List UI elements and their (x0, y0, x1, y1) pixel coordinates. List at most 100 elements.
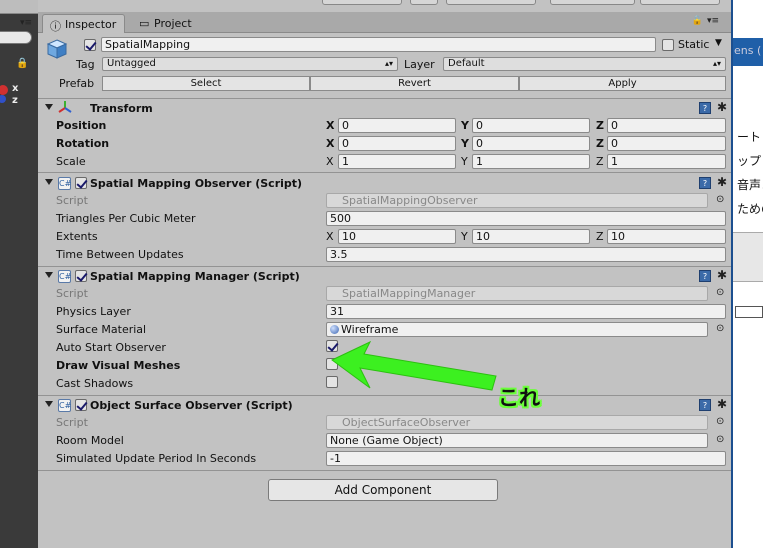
foldout-arrow-icon[interactable] (45, 104, 53, 110)
gizmos-button[interactable] (322, 0, 402, 5)
scale-z-field[interactable]: 1 (607, 154, 726, 169)
static-dropdown-icon[interactable]: ▼ (715, 38, 722, 48)
gear-icon[interactable]: ✱ (717, 397, 727, 411)
layers-button[interactable] (550, 0, 635, 5)
background-window-title: ens ( (733, 38, 763, 66)
collab-button[interactable] (410, 0, 438, 5)
foldout-arrow-icon[interactable] (45, 272, 53, 278)
z-label: Z (596, 230, 604, 243)
layer-label: Layer (404, 58, 435, 71)
foldout-arrow-icon[interactable] (45, 179, 53, 185)
tag-dropdown[interactable]: Untagged ▴▾ (102, 57, 398, 71)
gizmo-x-label: x (12, 83, 19, 94)
object-name-field[interactable]: SpatialMapping (101, 37, 656, 52)
dropdown-arrow-icon: ▴▾ (384, 59, 393, 68)
component-title: Spatial Mapping Manager (Script) (90, 270, 300, 283)
layer-dropdown[interactable]: Default ▴▾ (443, 57, 726, 71)
tag-value: Untagged (107, 58, 156, 69)
tab-project[interactable]: ▭ Project (132, 14, 200, 33)
annotation-arrow-icon (331, 340, 497, 391)
transform-header[interactable]: Transform ? ✱ (38, 100, 731, 118)
gear-icon[interactable]: ✱ (717, 175, 727, 189)
panel-menu-icon[interactable]: ▾≡ (707, 16, 719, 26)
surface-material-field[interactable]: Wireframe (326, 322, 708, 337)
background-box (733, 232, 763, 282)
help-book-icon[interactable]: ? (699, 399, 711, 411)
rotation-z-field[interactable]: 0 (607, 136, 726, 151)
object-picker-icon[interactable]: ⊙ (716, 434, 724, 445)
dropdown-arrow-icon: ▴▾ (712, 59, 721, 68)
room-model-field[interactable]: None (Game Object) (326, 433, 708, 448)
object-picker-icon[interactable]: ⊙ (716, 287, 724, 298)
prefab-apply-button[interactable]: Apply (519, 76, 726, 91)
active-checkbox[interactable] (84, 39, 96, 51)
x-label: X (326, 119, 335, 132)
scale-y-field[interactable]: 1 (472, 154, 590, 169)
prefab-revert-button[interactable]: Revert (310, 76, 519, 91)
physics-layer-label: Physics Layer (56, 305, 131, 318)
foldout-arrow-icon[interactable] (45, 401, 53, 407)
account-button[interactable] (446, 0, 536, 5)
manager-header[interactable]: C# Spatial Mapping Manager (Script) ? ✱ (38, 268, 731, 286)
time-between-updates-label: Time Between Updates (56, 248, 184, 261)
gear-icon[interactable]: ✱ (717, 268, 727, 282)
gameobject-header: SpatialMapping Static ▼ Tag Untagged ▴▾ … (38, 34, 731, 94)
scene-toolbar (0, 0, 38, 14)
z-label: Z (596, 137, 604, 150)
draw-visual-meshes-label: Draw Visual Meshes (56, 359, 181, 372)
tab-inspector[interactable]: ⓘ Inspector (42, 14, 126, 33)
static-checkbox[interactable] (662, 39, 674, 51)
script-label: Script (56, 416, 88, 429)
extents-y-field[interactable]: 10 (472, 229, 590, 244)
object-picker-icon[interactable]: ⊙ (716, 416, 724, 427)
physics-layer-field[interactable]: 31 (326, 304, 726, 319)
gizmo-z-axis-icon (0, 95, 6, 103)
background-text-line: 音声コ (737, 178, 763, 192)
help-book-icon[interactable]: ? (699, 177, 711, 189)
triangles-field[interactable]: 500 (326, 211, 726, 226)
y-label: Y (461, 230, 468, 243)
add-component-button[interactable]: Add Component (268, 479, 498, 501)
surface-enabled-checkbox[interactable] (75, 399, 87, 411)
tab-label: Project (154, 17, 192, 30)
background-text-line: ための (737, 202, 763, 216)
extents-x-field[interactable]: 10 (338, 229, 456, 244)
prefab-label: Prefab (59, 77, 95, 90)
object-picker-icon[interactable]: ⊙ (716, 323, 724, 334)
object-picker-icon[interactable]: ⊙ (716, 194, 724, 205)
observer-enabled-checkbox[interactable] (75, 177, 87, 189)
tag-label: Tag (76, 58, 95, 71)
update-period-field[interactable]: -1 (326, 451, 726, 466)
extents-z-field[interactable]: 10 (607, 229, 726, 244)
position-z-field[interactable]: 0 (607, 118, 726, 133)
rotation-x-field[interactable]: 0 (338, 136, 456, 151)
help-book-icon[interactable]: ? (699, 270, 711, 282)
rotation-y-field[interactable]: 0 (472, 136, 590, 151)
auto-start-label: Auto Start Observer (56, 341, 166, 354)
material-sphere-icon (330, 325, 339, 334)
lock-icon[interactable]: 🔒 (16, 58, 28, 69)
scene-gizmo[interactable]: x z (0, 82, 38, 112)
component-divider (38, 172, 731, 173)
layout-button[interactable] (640, 0, 720, 5)
time-between-updates-field[interactable]: 3.5 (326, 247, 726, 262)
panel-menu-icon[interactable]: ▾≡ (20, 18, 32, 28)
manager-enabled-checkbox[interactable] (75, 270, 87, 282)
observer-header[interactable]: C# Spatial Mapping Observer (Script) ? ✱ (38, 175, 731, 193)
gear-icon[interactable]: ✱ (717, 100, 727, 114)
help-book-icon[interactable]: ? (699, 102, 711, 114)
scale-label: Scale (56, 155, 86, 168)
prefab-select-button[interactable]: Select (102, 76, 310, 91)
scale-x-field[interactable]: 1 (338, 154, 456, 169)
script-icon: C# (58, 177, 72, 190)
hierarchy-search-input[interactable] (0, 31, 32, 44)
transform-axes-icon (58, 101, 72, 116)
inspector-tabbar: ⓘ Inspector ▭ Project 🔒 ▾≡ (38, 12, 731, 33)
gameobject-cube-icon (46, 39, 68, 59)
lock-icon[interactable]: 🔒 (692, 16, 703, 26)
rotation-label: Rotation (56, 137, 110, 150)
position-y-field[interactable]: 0 (472, 118, 590, 133)
static-label: Static (678, 38, 710, 51)
position-x-field[interactable]: 0 (338, 118, 456, 133)
gizmo-z-label: z (12, 95, 18, 106)
